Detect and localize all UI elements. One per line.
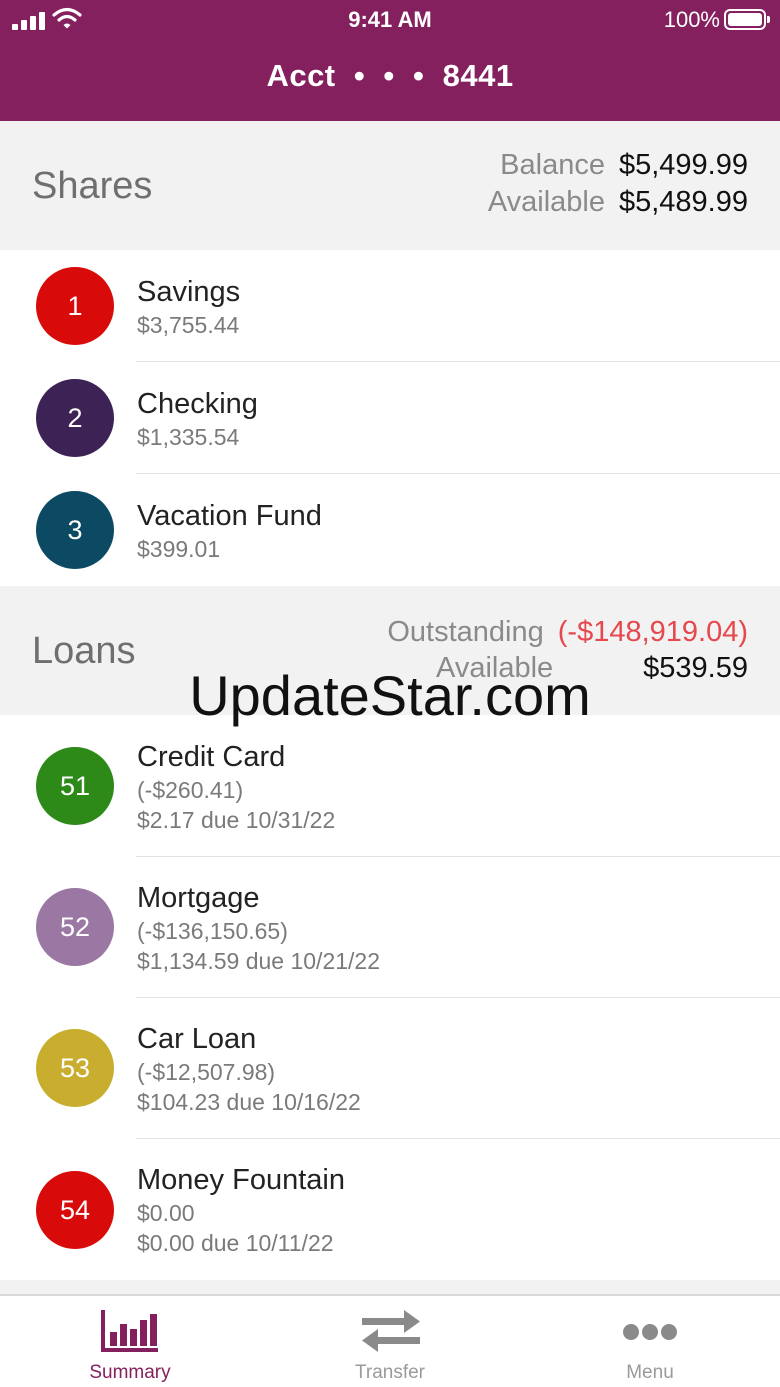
loan-due: $1,134.59 due 10/21/22 (137, 948, 381, 974)
balance-value: $5,499.99 (618, 149, 748, 181)
shares-available-row: Available $5,489.99 (488, 186, 748, 219)
balance-label: Balance (500, 149, 605, 181)
loan-name: Mortgage (137, 882, 260, 914)
loan-row-mortgage[interactable]: 52 Mortgage (-$136,150.65) $1,134.59 due… (0, 857, 780, 998)
outstanding-value: (-$148,919.04) (557, 616, 748, 648)
share-amount: $3,755.44 (137, 312, 240, 338)
tab-summary[interactable]: Summary (0, 1296, 260, 1387)
status-bar: 9:41 AM 100% (0, 0, 780, 40)
share-name: Checking (137, 388, 258, 420)
available-label: Available (487, 186, 605, 218)
loan-balance: $0.00 (137, 1200, 195, 1226)
share-name: Vacation Fund (137, 500, 322, 532)
loan-row-credit-card[interactable]: 51 Credit Card (-$260.41) $2.17 due 10/3… (0, 715, 780, 857)
watermark-text: UpdateStar.com (189, 664, 591, 727)
loan-balance: (-$260.41) (137, 777, 244, 803)
share-row-vacation-fund[interactable]: 3 Vacation Fund $399.01 (0, 474, 780, 586)
loan-balance: (-$136,150.65) (137, 918, 288, 944)
list-bottom-spacer (0, 1280, 780, 1294)
shares-section-header: Shares Balance $5,499.99 Available $5,489.… (0, 121, 780, 250)
bottom-tab-bar: Summary Transfer Menu (0, 1294, 780, 1387)
share-row-savings[interactable]: 1 Savings $3,755.44 (0, 250, 780, 362)
loan-badge: 53 (36, 1029, 114, 1107)
share-row-checking[interactable]: 2 Checking $1,335.54 (0, 362, 780, 474)
tab-transfer[interactable]: Transfer (260, 1296, 520, 1387)
top-header: 9:41 AM 100% Acct • • • 8441 (0, 0, 780, 121)
more-dots-icon (623, 1324, 677, 1340)
available-value: $5,489.99 (618, 186, 748, 218)
loan-badge: 52 (36, 888, 114, 966)
share-amount: $399.01 (137, 536, 221, 562)
outstanding-label: Outstanding (387, 616, 544, 648)
app-screen: 9:41 AM 100% Acct • • • 8441 Shares Bala… (0, 0, 780, 1387)
bar-chart-icon (101, 1310, 158, 1352)
loan-badge: 54 (36, 1171, 114, 1249)
share-name: Savings (137, 276, 241, 308)
loan-name: Car Loan (137, 1023, 257, 1055)
loan-name: Credit Card (137, 741, 286, 773)
swap-arrows-icon (362, 1310, 420, 1352)
account-title[interactable]: Acct • • • 8441 (0, 58, 780, 94)
share-amount: $1,335.54 (137, 424, 240, 450)
loan-due: $104.23 due 10/16/22 (137, 1089, 361, 1115)
share-badge: 2 (36, 379, 114, 457)
tab-label: Summary (89, 1362, 171, 1383)
tab-label: Transfer (354, 1362, 426, 1383)
share-badge: 1 (36, 267, 114, 345)
loan-due: $2.17 due 10/31/22 (137, 807, 336, 833)
tab-label: Menu (626, 1362, 674, 1383)
shares-balance-row: Balance $5,499.99 (500, 149, 748, 182)
loans-outstanding-row: Outstanding (-$148,919.04) (387, 616, 748, 649)
loan-row-car-loan[interactable]: 53 Car Loan (-$12,507.98) $104.23 due 10… (0, 998, 780, 1139)
shares-title: Shares (32, 165, 153, 207)
loan-due: $0.00 due 10/11/22 (137, 1230, 334, 1256)
tab-menu[interactable]: Menu (520, 1296, 780, 1387)
battery-percent: 100% (663, 7, 720, 32)
battery-icon (724, 9, 770, 30)
loan-badge: 51 (36, 747, 114, 825)
share-badge: 3 (36, 491, 114, 569)
loan-row-money-fountain[interactable]: 54 Money Fountain $0.00 $0.00 due 10/11/… (0, 1139, 780, 1280)
loan-name: Money Fountain (137, 1164, 345, 1196)
loan-balance: (-$12,507.98) (137, 1059, 276, 1085)
